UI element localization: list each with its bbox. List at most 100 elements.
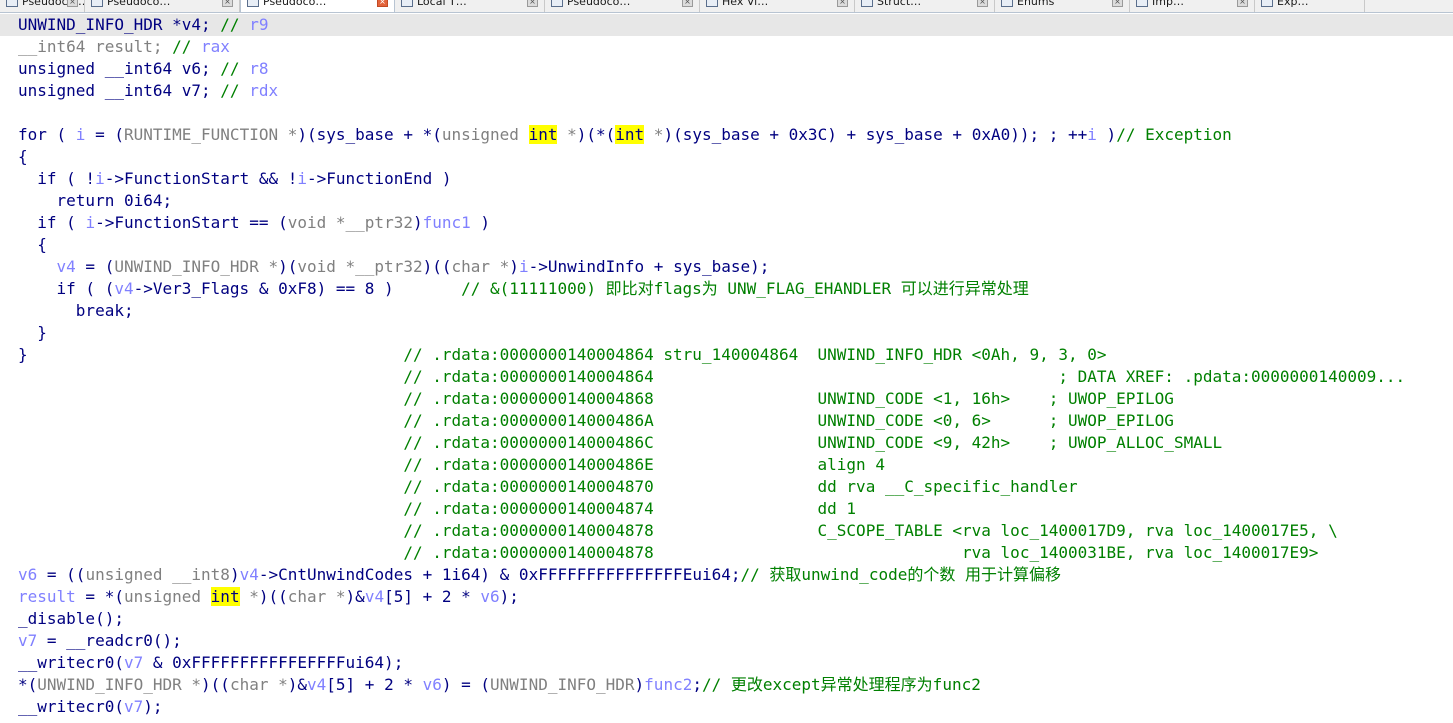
- code-token: *(: [18, 675, 38, 694]
- code-line[interactable]: // .rdata:0000000140004878 C_SCOPE_TABLE…: [18, 520, 1405, 542]
- close-icon[interactable]: ×: [527, 0, 538, 7]
- code-token: v7: [18, 631, 38, 650]
- code-line[interactable]: // .rdata:000000014000486E align 4: [18, 454, 1405, 476]
- code-line[interactable]: {: [18, 146, 1405, 168]
- close-icon[interactable]: ×: [682, 0, 693, 7]
- code-line[interactable]: v4 = (UNWIND_INFO_HDR *)(void *__ptr32)(…: [18, 256, 1405, 278]
- code-line[interactable]: _disable();: [18, 608, 1405, 630]
- close-icon[interactable]: ×: [67, 0, 78, 7]
- code-line[interactable]: if ( i->FunctionStart == (void *__ptr32)…: [18, 212, 1405, 234]
- code-line[interactable]: // .rdata:0000000140004874 dd 1: [18, 498, 1405, 520]
- code-line[interactable]: v6 = ((unsigned __int8)v4->CntUnwindCode…: [18, 564, 1405, 586]
- code-token: = (: [75, 257, 115, 276]
- code-token: UNWIND_INFO_HDR *v4;: [18, 15, 221, 34]
- code-token: void *__ptr32: [297, 257, 423, 276]
- code-token: )(sys_base + *(: [297, 125, 442, 144]
- code-line[interactable]: return 0i64;: [18, 190, 1405, 212]
- tab-label: Pseudoco…: [263, 0, 327, 8]
- code-token: i: [1087, 125, 1097, 144]
- code-token: v7: [123, 653, 144, 672]
- code-line[interactable]: // .rdata:0000000140004878 rva loc_14000…: [18, 542, 1405, 564]
- code-line[interactable]: // .rdata:000000014000486C UNWIND_CODE <…: [18, 432, 1405, 454]
- tab-6[interactable]: Struct… ×: [855, 0, 995, 12]
- code-token: }: [18, 323, 47, 342]
- code-token: UNWIND_INFO_HDR *: [114, 257, 279, 276]
- code-token: v6: [480, 587, 500, 606]
- code-token: *: [239, 587, 259, 606]
- code-token: char *: [229, 675, 288, 694]
- code-line[interactable]: v7 = __readcr0();: [18, 630, 1405, 652]
- close-icon[interactable]: ×: [222, 0, 233, 7]
- code-line[interactable]: unsigned __int64 v6; // r8: [18, 58, 1405, 80]
- code-line[interactable]: __writecr0(v7);: [18, 696, 1405, 718]
- tab-7[interactable]: Enums ×: [995, 0, 1130, 12]
- tab-label: Exp…: [1277, 0, 1309, 8]
- code-token: if ( (: [18, 279, 115, 298]
- code-token: )((: [201, 675, 230, 694]
- code-line[interactable]: *(UNWIND_INFO_HDR *)((char *)&v4[5] + 2 …: [18, 674, 1405, 696]
- code-token: );: [499, 587, 519, 606]
- code-token: ) = (: [441, 675, 491, 694]
- code-token: // .rdata:0000000140004878 rva loc_14000…: [403, 543, 1319, 562]
- code-token: func2: [644, 675, 693, 694]
- code-token: // .rdata:000000014000486C UNWIND_CODE <…: [403, 433, 1223, 452]
- code-line[interactable]: [18, 102, 1405, 124]
- code-token: //: [220, 81, 250, 100]
- code-token: //: [220, 59, 250, 78]
- tab-icon: [401, 0, 413, 7]
- code-token: void *__ptr32: [287, 213, 413, 232]
- tab-9[interactable]: Exp…: [1255, 0, 1365, 12]
- code-token: )&: [287, 675, 307, 694]
- code-line[interactable]: } // .rdata:0000000140004864 stru_140004…: [18, 344, 1405, 366]
- code-line[interactable]: }: [18, 322, 1405, 344]
- code-token: }: [18, 345, 404, 364]
- tab-0[interactable]: Pseudoco… ×: [0, 0, 85, 12]
- tab-icon: [91, 0, 103, 7]
- code-line[interactable]: break;: [18, 300, 1405, 322]
- code-token: ->CntUnwindCodes + 1i64) & 0xFFFFFFFFFFF…: [258, 565, 741, 584]
- code-token: // 获取unwind_code的个数 用于计算偏移: [740, 565, 1061, 584]
- code-token: func1: [422, 213, 471, 232]
- code-token: ->UnwindInfo + sys_base);: [528, 257, 770, 276]
- code-token: int: [615, 125, 645, 144]
- code-token: & 0xFFFFFFFFFFFEFFFFui64);: [143, 653, 404, 672]
- code-line[interactable]: // .rdata:000000014000486A UNWIND_CODE <…: [18, 410, 1405, 432]
- code-token: v4: [239, 565, 259, 584]
- code-token: if (: [18, 213, 86, 232]
- code-token: if ( !: [18, 169, 96, 188]
- tab-3[interactable]: Local T… ×: [395, 0, 545, 12]
- tab-2[interactable]: Pseudoco… ×: [240, 0, 395, 12]
- code-line[interactable]: for ( i = (RUNTIME_FUNCTION *)(sys_base …: [18, 124, 1405, 146]
- code-token: ): [470, 213, 491, 232]
- tab-5[interactable]: Hex Vi… ×: [700, 0, 855, 12]
- tab-label: Pseudoco…: [107, 0, 171, 8]
- code-line[interactable]: unsigned __int64 v7; // rdx: [18, 80, 1405, 102]
- code-line[interactable]: // .rdata:0000000140004870 dd rva __C_sp…: [18, 476, 1405, 498]
- close-icon[interactable]: ×: [977, 0, 988, 7]
- code-line[interactable]: if ( !i->FunctionStart && !i->FunctionEn…: [18, 168, 1405, 190]
- close-icon[interactable]: ×: [1112, 0, 1123, 7]
- code-line[interactable]: // .rdata:0000000140004864 ; DATA XREF: …: [18, 366, 1405, 388]
- code-token: unsigned __int64 v7;: [18, 81, 221, 100]
- code-line[interactable]: // .rdata:0000000140004868 UNWIND_CODE <…: [18, 388, 1405, 410]
- tab-icon: [861, 0, 873, 7]
- close-icon[interactable]: ×: [377, 0, 388, 7]
- code-line[interactable]: {: [18, 234, 1405, 256]
- pseudocode-view[interactable]: UNWIND_INFO_HDR *v4; // r9 __int64 result…: [18, 14, 1405, 718]
- code-line[interactable]: __writecr0(v7 & 0xFFFFFFFFFFFEFFFFui64);: [18, 652, 1405, 674]
- tab-8[interactable]: Imp… ×: [1130, 0, 1255, 12]
- tab-1[interactable]: Pseudoco… ×: [85, 0, 240, 12]
- code-line[interactable]: if ( (v4->Ver3_Flags & 0xF8) == 8 ) // &…: [18, 278, 1405, 300]
- code-line[interactable]: result = *(unsigned int *)((char *)&v4[5…: [18, 586, 1405, 608]
- code-token: )((: [422, 257, 452, 276]
- close-icon[interactable]: ×: [837, 0, 848, 7]
- code-line[interactable]: __int64 result; // rax: [18, 36, 1405, 58]
- tab-4[interactable]: Pseudoco… ×: [545, 0, 700, 12]
- close-icon[interactable]: ×: [1237, 0, 1248, 7]
- code-line[interactable]: UNWIND_INFO_HDR *v4; // r9: [18, 14, 1405, 36]
- tab-label: Struct…: [877, 0, 922, 8]
- code-token: [5] + 2 *: [326, 675, 423, 694]
